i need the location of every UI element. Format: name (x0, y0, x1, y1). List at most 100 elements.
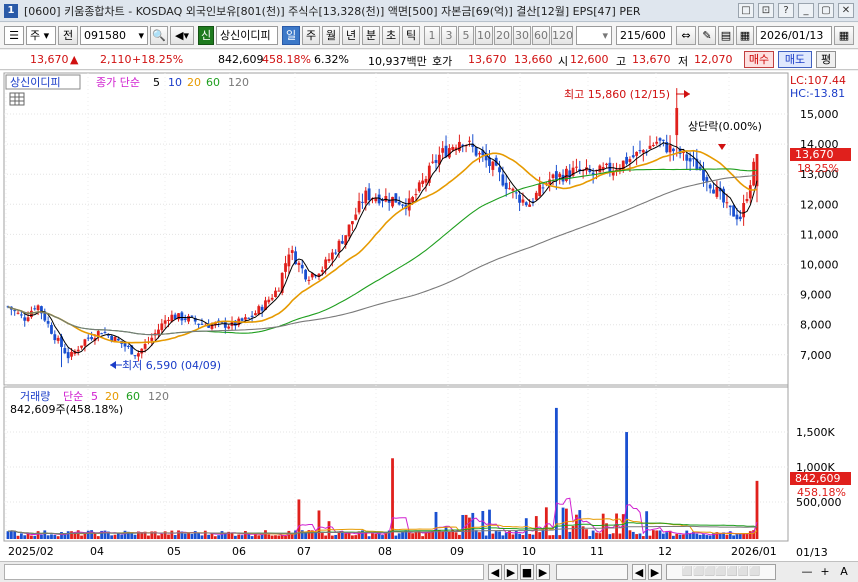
menu-icon[interactable]: ☰ (4, 26, 24, 45)
zoom-icon[interactable]: ⇔ (676, 26, 696, 45)
volume-bar (478, 532, 481, 539)
chart-toolbar: ☰ 주 ▾ 전 091580 ▾ 🔍 ◀▾ 신 상신이디피 일 주 월 년 분 초… (0, 23, 858, 49)
interval-3[interactable]: 3 (441, 26, 457, 45)
date-field[interactable]: 2026/01/13 (756, 26, 832, 45)
volume-bar (725, 534, 729, 539)
grid-toggle-icon[interactable] (9, 92, 25, 106)
candle-body (304, 269, 307, 280)
stock-code-input[interactable]: 091580 ▾ (80, 26, 148, 45)
count-field[interactable]: 215/600 (616, 26, 672, 45)
stop-button[interactable]: ■ (520, 564, 534, 580)
horizontal-scrollbar[interactable] (4, 564, 484, 580)
candle-body (641, 150, 645, 153)
play-button[interactable]: ▶ (536, 564, 550, 580)
volume-bar (444, 526, 448, 539)
zoom-out-left-button[interactable]: ◀ (632, 564, 646, 580)
candle-body (591, 172, 595, 175)
sound-icon[interactable]: ◀▾ (170, 26, 194, 45)
ask-price: 13,670 (468, 53, 507, 66)
candle-body (137, 353, 140, 357)
calendar-icon[interactable]: ▦ (736, 26, 754, 45)
candle-body (397, 202, 401, 205)
volume-bar (748, 531, 752, 539)
hc-value: HC:-13.81 (790, 87, 845, 100)
tool-icons[interactable]: ⬜⬜⬜⬜⬜⬜⬜ (666, 564, 776, 580)
volume-bar (648, 535, 652, 539)
scroll-right-button[interactable]: ▶ (504, 564, 518, 580)
volume-bar (213, 536, 217, 539)
volume-value: 842,609 (218, 53, 264, 66)
draw-icon[interactable]: ✎ (698, 26, 716, 45)
candle-body (240, 318, 244, 321)
tab-week[interactable]: 주 (302, 26, 320, 45)
restore-icon[interactable]: □ (738, 3, 754, 18)
interval-20[interactable]: 20 (494, 26, 512, 45)
volume-bar (207, 534, 211, 539)
stock-chart[interactable]: 15,00014,00013,00012,00011,00010,0009,00… (0, 71, 858, 561)
minus-icon[interactable]: — (800, 564, 814, 580)
credit-badge[interactable]: 신 (198, 26, 214, 45)
candle-body (708, 184, 712, 189)
volume-bar (190, 533, 194, 539)
custom-interval[interactable]: ▾ (576, 26, 612, 45)
bid-label: 호가 (432, 55, 453, 68)
candle-body (511, 188, 515, 191)
volume-bar (170, 530, 174, 539)
volume-bar (254, 534, 257, 539)
sell-button[interactable]: 매도 (778, 51, 812, 68)
candle-body (558, 173, 562, 178)
save-icon[interactable]: ▤ (718, 26, 734, 45)
buy-button[interactable]: 매수 (744, 51, 774, 68)
prev-button[interactable]: 전 (58, 26, 78, 45)
chart-area[interactable]: 15,000 14,000 13,000 12,000 11,000 10,000 9,00… (0, 71, 858, 561)
candle-body (244, 317, 247, 320)
volume-bar (9, 530, 13, 539)
volume-bar (19, 533, 23, 539)
ma120-legend: 120 (228, 76, 249, 89)
tile-icon[interactable]: ⊡ (758, 3, 774, 18)
volume-bar (93, 533, 97, 539)
search-icon[interactable]: 🔍 (150, 26, 168, 45)
candle-body (367, 188, 371, 201)
zoom-in-right-button[interactable]: ▶ (648, 564, 662, 580)
volume-bar (237, 534, 241, 539)
tab-year[interactable]: 년 (342, 26, 360, 45)
tab-second[interactable]: 초 (382, 26, 400, 45)
maximize-icon[interactable]: ▢ (818, 3, 834, 18)
interval-10[interactable]: 10 (475, 26, 493, 45)
help-icon[interactable]: ? (778, 3, 794, 18)
close-icon[interactable]: ✕ (838, 3, 854, 18)
interval-5[interactable]: 5 (458, 26, 474, 45)
volume-bar (277, 535, 281, 539)
eval-button[interactable]: 평 (816, 51, 836, 68)
font-size-icon[interactable]: A (836, 564, 852, 580)
minimize-icon[interactable]: _ (798, 3, 814, 18)
volume-bar (504, 532, 508, 539)
price-axis-label: 15,000 (800, 108, 839, 121)
tab-month[interactable]: 월 (322, 26, 340, 45)
volume-bar (96, 536, 100, 539)
calendar-picker-icon[interactable]: ▦ (834, 26, 854, 45)
tab-day[interactable]: 일 (282, 26, 300, 45)
candle-body (391, 196, 394, 207)
zoom-slider[interactable] (556, 564, 628, 580)
volume-current-label: 842,609주(458.18%) (10, 403, 123, 416)
tab-tick[interactable]: 틱 (402, 26, 420, 45)
interval-120[interactable]: 120 (551, 26, 573, 45)
interval-30[interactable]: 30 (513, 26, 531, 45)
volume-bar (658, 530, 662, 539)
market-select[interactable]: 주 ▾ (26, 26, 56, 45)
volume-legend-name[interactable]: 거래량 (20, 390, 50, 403)
candle-body (421, 180, 425, 184)
interval-60[interactable]: 60 (532, 26, 550, 45)
price-panel[interactable] (3, 72, 789, 386)
plus-icon[interactable]: + (818, 564, 832, 580)
candle-body (357, 201, 361, 213)
candle-body (514, 192, 518, 194)
interval-1[interactable]: 1 (424, 26, 440, 45)
price-legend-name[interactable]: 상신이디피 (10, 76, 61, 89)
volume-bar (244, 530, 247, 539)
volume-bar (528, 533, 532, 539)
scroll-left-button[interactable]: ◀ (488, 564, 502, 580)
tab-minute[interactable]: 분 (362, 26, 380, 45)
